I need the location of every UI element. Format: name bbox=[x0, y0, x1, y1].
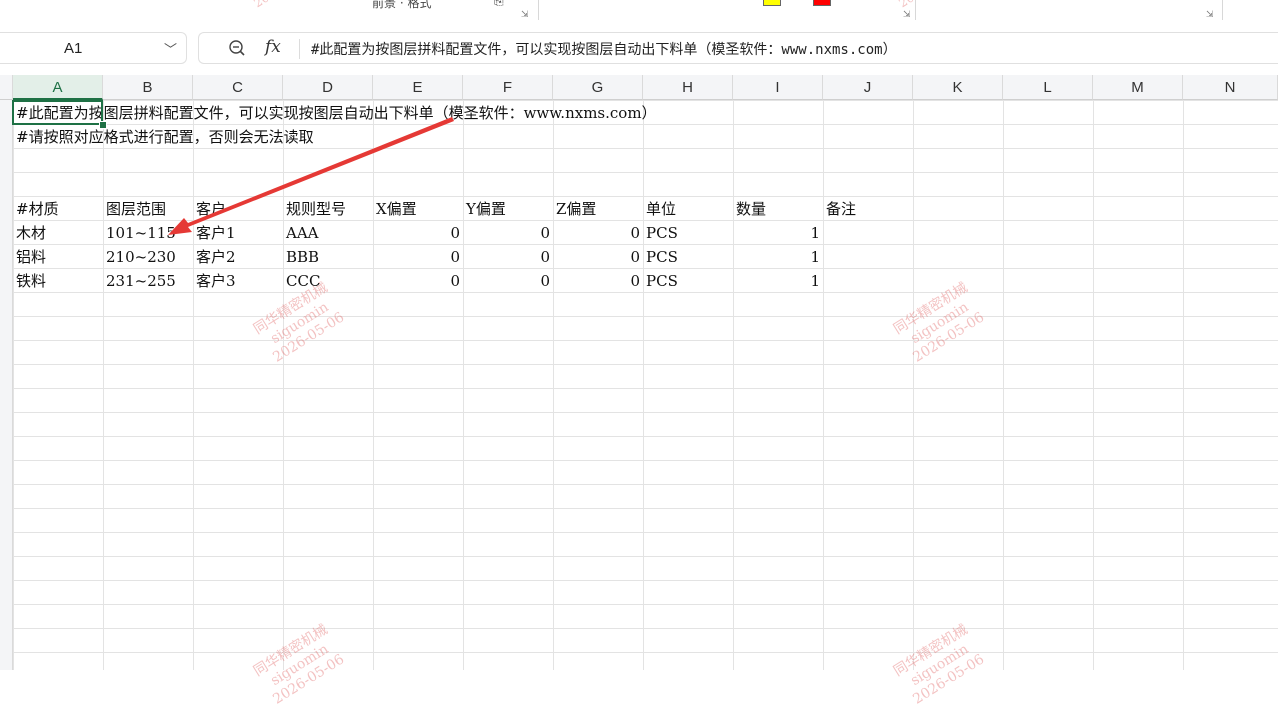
ribbon-launcher-icon[interactable]: ⇲ bbox=[903, 10, 911, 20]
name-box[interactable]: A1 ﹀ bbox=[0, 32, 187, 64]
column-divider bbox=[1093, 100, 1094, 670]
formula-bar-row: A1 ﹀ fx #此配置为按图层拼料配置文件，可以实现按图层自动出下料单（模圣软… bbox=[0, 24, 1278, 73]
name-box-value: A1 bbox=[64, 40, 83, 57]
table-row-cell[interactable]: PCS bbox=[646, 269, 678, 293]
table-row-cell[interactable]: 铁料 bbox=[16, 269, 46, 293]
highlight-color-swatch[interactable] bbox=[763, 0, 781, 6]
header-cell-x-offset[interactable]: X偏置 bbox=[376, 197, 417, 221]
table-row-cell[interactable]: 0 bbox=[556, 269, 640, 293]
column-header-f[interactable]: F bbox=[463, 75, 553, 100]
column-header-a[interactable]: A bbox=[13, 75, 103, 100]
table-row-cell[interactable]: 0 bbox=[466, 221, 550, 245]
table-row-cell[interactable]: 1 bbox=[736, 269, 820, 293]
column-divider bbox=[463, 100, 464, 670]
column-divider bbox=[1183, 100, 1184, 670]
ribbon-paste-icon[interactable]: ⎘ bbox=[494, 0, 504, 8]
header-cell-customer[interactable]: 客户 bbox=[196, 197, 226, 221]
fx-icon[interactable]: fx bbox=[265, 37, 281, 57]
header-cell-model[interactable]: 规则型号 bbox=[286, 197, 346, 221]
table-row-cell[interactable]: 客户2 bbox=[196, 245, 236, 269]
ribbon-divider bbox=[538, 0, 539, 20]
header-cell-z-offset[interactable]: Z偏置 bbox=[556, 197, 596, 221]
ribbon-toolbar: 前景 · 格式 ⎘ ⇲ ⇲ ⇲ bbox=[0, 0, 1278, 24]
column-header-e[interactable]: E bbox=[373, 75, 463, 100]
table-row-cell[interactable]: PCS bbox=[646, 221, 678, 245]
fill-handle[interactable] bbox=[99, 121, 107, 129]
table-row-cell[interactable]: 木材 bbox=[16, 221, 46, 245]
table-row-cell[interactable]: 1 bbox=[736, 221, 820, 245]
header-cell-layer-range[interactable]: 图层范围 bbox=[106, 197, 166, 221]
column-divider bbox=[913, 100, 914, 670]
table-row-cell[interactable]: 客户3 bbox=[196, 269, 236, 293]
table-row-cell[interactable]: PCS bbox=[646, 245, 678, 269]
column-header-h[interactable]: H bbox=[643, 75, 733, 100]
table-row-cell[interactable]: 101~115 bbox=[106, 221, 176, 245]
table-row-cell[interactable]: 0 bbox=[556, 245, 640, 269]
formula-divider bbox=[299, 39, 300, 59]
cell-a2[interactable]: #请按照对应格式进行配置，否则会无法读取 bbox=[16, 125, 314, 149]
table-row-cell[interactable]: 0 bbox=[376, 221, 460, 245]
column-divider bbox=[1003, 100, 1004, 670]
header-cell-unit[interactable]: 单位 bbox=[646, 197, 676, 221]
column-header-i[interactable]: I bbox=[733, 75, 823, 100]
ribbon-font-fragment[interactable]: 前景 · 格式 bbox=[372, 0, 431, 10]
header-cell-material[interactable]: #材质 bbox=[16, 197, 59, 221]
row-header-strip[interactable] bbox=[0, 100, 13, 670]
ribbon-divider bbox=[915, 0, 916, 20]
header-cell-quantity[interactable]: 数量 bbox=[736, 197, 766, 221]
column-divider bbox=[823, 100, 824, 670]
cell-area[interactable] bbox=[13, 100, 1278, 670]
header-cell-y-offset[interactable]: Y偏置 bbox=[466, 197, 506, 221]
ribbon-launcher-icon[interactable]: ⇲ bbox=[1206, 10, 1214, 20]
table-row-cell[interactable]: 0 bbox=[466, 269, 550, 293]
table-row-cell[interactable]: 0 bbox=[556, 221, 640, 245]
column-header-d[interactable]: D bbox=[283, 75, 373, 100]
column-header-j[interactable]: J bbox=[823, 75, 913, 100]
cell-a1[interactable]: #此配置为按图层拼料配置文件，可以实现按图层自动出下料单（模圣软件：www.nx… bbox=[16, 101, 657, 125]
table-row-cell[interactable]: 0 bbox=[376, 269, 460, 293]
column-divider bbox=[373, 100, 374, 670]
table-row-cell[interactable]: 0 bbox=[466, 245, 550, 269]
table-row-cell[interactable]: 231~255 bbox=[106, 269, 176, 293]
table-row-cell[interactable]: AAA bbox=[286, 221, 319, 245]
formula-input[interactable]: fx #此配置为按图层拼料配置文件，可以实现按图层自动出下料单（模圣软件：www… bbox=[198, 32, 1278, 64]
table-row-cell[interactable]: 210~230 bbox=[106, 245, 176, 269]
column-header-c[interactable]: C bbox=[193, 75, 283, 100]
column-divider bbox=[643, 100, 644, 670]
table-row-cell[interactable]: 铝料 bbox=[16, 245, 46, 269]
magnifier-minus-icon[interactable] bbox=[227, 38, 247, 58]
select-all-corner[interactable] bbox=[0, 75, 13, 100]
column-divider bbox=[283, 100, 284, 670]
spreadsheet-grid[interactable]: A B C D E F G H I J K L M N bbox=[0, 75, 1278, 670]
column-header-b[interactable]: B bbox=[103, 75, 193, 100]
table-row-cell[interactable]: 客户1 bbox=[196, 221, 236, 245]
column-header-l[interactable]: L bbox=[1003, 75, 1093, 100]
ribbon-launcher-icon[interactable]: ⇲ bbox=[521, 10, 529, 20]
table-row-cell[interactable]: 0 bbox=[376, 245, 460, 269]
column-divider bbox=[733, 100, 734, 670]
column-divider bbox=[103, 100, 104, 670]
header-cell-remark[interactable]: 备注 bbox=[826, 197, 856, 221]
table-row-cell[interactable]: 1 bbox=[736, 245, 820, 269]
table-row-cell[interactable]: CCC bbox=[286, 269, 320, 293]
font-color-swatch[interactable] bbox=[813, 0, 831, 6]
chevron-down-icon[interactable]: ﹀ bbox=[164, 39, 177, 58]
column-header-m[interactable]: M bbox=[1093, 75, 1183, 100]
column-header-g[interactable]: G bbox=[553, 75, 643, 100]
column-divider bbox=[193, 100, 194, 670]
formula-content[interactable]: #此配置为按图层拼料配置文件，可以实现按图层自动出下料单（模圣软件：www.nx… bbox=[311, 39, 897, 59]
active-cell-border bbox=[12, 100, 103, 125]
table-row-cell[interactable]: BBB bbox=[286, 245, 319, 269]
column-header-k[interactable]: K bbox=[913, 75, 1003, 100]
column-divider bbox=[553, 100, 554, 670]
ribbon-divider bbox=[1222, 0, 1223, 20]
column-header-n[interactable]: N bbox=[1183, 75, 1278, 100]
